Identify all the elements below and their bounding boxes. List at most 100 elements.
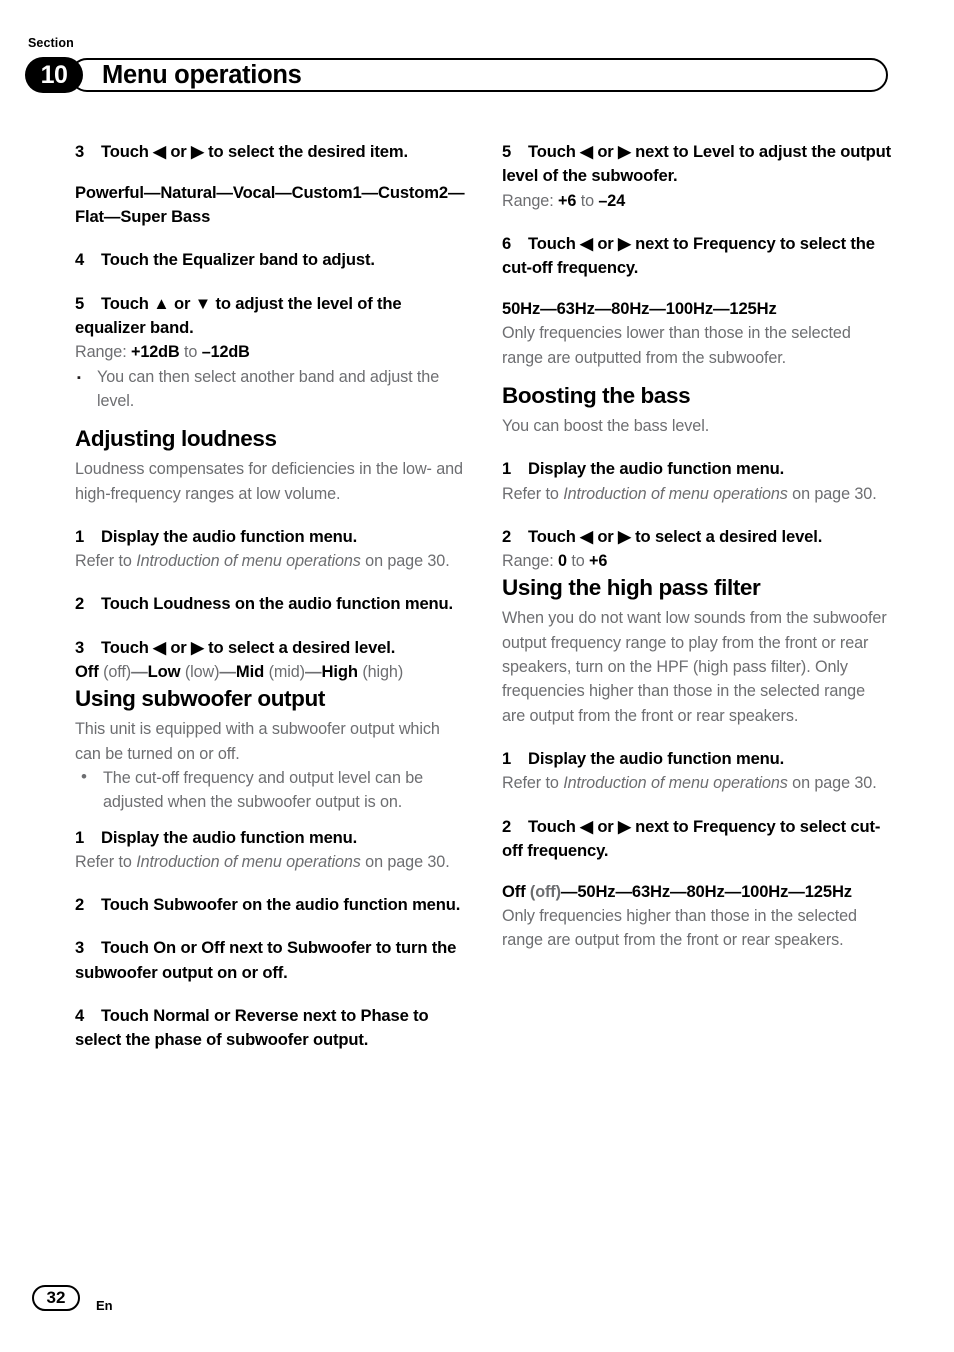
refer-prefix: Refer to (75, 852, 132, 871)
step-text: Touch Normal or Reverse next to Phase to… (75, 1006, 429, 1050)
option-off-bold: Off (502, 881, 526, 901)
step-item: 2 Touch Loudness on the audio function me… (75, 592, 465, 616)
step-text: Touch ◀ or ▶ to select a desired level. (528, 526, 823, 546)
option-label-bold: Low (147, 662, 181, 682)
step-item: 1 Display the audio function menu. (502, 457, 892, 481)
step-number: 2 (502, 526, 512, 546)
range-line: Range: 0 to +6 (502, 549, 892, 573)
step-item: 3 Touch On or Off next to Subwoofer to tu… (75, 936, 465, 985)
range-line: Range: +12dB to –12dB (75, 340, 465, 364)
option-chain-mixed: Off (off)—Low (low)—Mid (mid)—High (high… (75, 660, 465, 684)
note-text: Only frequencies lower than those in the… (502, 324, 851, 367)
refer-italic-title: Introduction of menu operations (563, 484, 788, 503)
step-number: 1 (502, 748, 512, 768)
option-separator: — (219, 662, 236, 682)
refer-italic-title: Introduction of menu operations (136, 852, 361, 871)
refer-line: Refer to Introduction of menu operations… (75, 850, 465, 874)
option-separator: — (131, 662, 148, 682)
step-number: 2 (75, 895, 85, 915)
square-bullet-icon: ▪ (77, 371, 81, 384)
note-item: • The cut-off frequency and output level … (75, 766, 465, 815)
refer-suffix: on page 30. (365, 552, 450, 571)
step-item: 6 Touch ◀ or ▶ next to Frequency to selec… (502, 232, 892, 281)
step-number: 5 (75, 293, 85, 313)
note-text: The cut-off frequency and output level c… (103, 768, 424, 812)
step-number: 3 (75, 142, 85, 161)
step-item: 5 Touch ◀ or ▶ next to Level to adjust th… (502, 140, 892, 189)
refer-line: Refer to Introduction of menu operations… (502, 482, 892, 506)
intro-text: When you do not want low sounds from the… (502, 609, 887, 725)
range-label: Range: (502, 552, 554, 571)
intro-text: This unit is equipped with a subwoofer o… (75, 720, 440, 763)
left-column: 3 Touch ◀ or ▶ to select the desired item… (75, 140, 465, 1072)
step-text: Touch Subwoofer on the audio function me… (101, 895, 461, 915)
step-number: 6 (502, 233, 512, 253)
section-heading-subwoofer: Using subwoofer output (75, 686, 325, 712)
step-item: 1 Display the audio function menu. (502, 747, 892, 771)
step-item: 3 Touch ◀ or ▶ to select a desired level. (75, 636, 465, 660)
option-off-plain: (off) (525, 882, 561, 901)
range-from: +6 (558, 191, 577, 210)
option-label-plain: (mid) (264, 663, 305, 682)
section-heading-bass: Boosting the bass (502, 382, 691, 408)
step-text: Touch ◀ or ▶ next to Frequency to select… (502, 816, 881, 860)
range-to: +6 (589, 552, 608, 571)
range-to: –24 (598, 191, 626, 210)
refer-suffix: on page 30. (365, 852, 450, 871)
intro-text: Loudness compensates for deficiencies in… (75, 460, 463, 503)
step-number: 4 (75, 250, 85, 270)
refer-prefix: Refer to (502, 484, 559, 503)
language-code: En (96, 1298, 113, 1313)
step-text: Touch ◀ or ▶ next to Frequency to select… (502, 233, 875, 278)
step-item: 4 Touch Normal or Reverse next to Phase t… (75, 1004, 465, 1053)
refer-suffix: on page 30. (792, 774, 877, 793)
option-label-bold: High (321, 662, 358, 682)
step-text: Touch ▲ or ▼ to adjust the level of the … (75, 293, 402, 338)
option-rest: —50Hz—63Hz—80Hz—100Hz—125Hz (560, 881, 852, 901)
refer-line: Refer to Introduction of menu operations… (502, 771, 892, 795)
step-text: Touch ◀ or ▶ to select a desired level. (101, 637, 396, 657)
option-chain: 50Hz—63Hz—80Hz—100Hz—125Hz (502, 299, 777, 319)
step-item: 2 Touch ◀ or ▶ next to Frequency to selec… (502, 815, 892, 864)
step-item: 2 Touch Subwoofer on the audio function m… (75, 893, 465, 917)
round-bullet-icon: • (81, 766, 87, 786)
step-text: Touch Loudness on the audio function men… (101, 594, 453, 614)
option-separator: — (304, 662, 322, 682)
step-item: 1 Display the audio function menu. (75, 826, 465, 850)
range-from: +12dB (131, 343, 180, 362)
step-text: Touch the Equalizer band to adjust. (101, 250, 375, 270)
section-label: Section (28, 36, 74, 50)
range-from: 0 (558, 552, 567, 571)
step-number: 1 (75, 827, 85, 847)
step-item: 5 Touch ▲ or ▼ to adjust the level of the… (75, 292, 465, 341)
range-separator: to (183, 343, 198, 362)
option-chain-mixed: Off (off)—50Hz—63Hz—80Hz—100Hz—125Hz (502, 880, 892, 904)
step-number: 4 (75, 1006, 85, 1026)
step-number: 3 (75, 637, 85, 657)
step-item: 3 Touch ◀ or ▶ to select the desired item… (75, 140, 465, 164)
step-text: Touch On or Off next to Subwoofer to tur… (75, 938, 457, 982)
range-label: Range: (75, 343, 127, 362)
option-label-plain: (high) (357, 663, 404, 682)
right-column: 5 Touch ◀ or ▶ next to Level to adjust th… (502, 140, 892, 964)
refer-prefix: Refer to (502, 774, 559, 793)
step-text: Touch ◀ or ▶ to select the desired item. (101, 142, 408, 161)
step-text: Touch ◀ or ▶ next to Level to adjust the… (502, 142, 891, 186)
option-label-plain: (off) (98, 663, 132, 682)
range-to: –12dB (201, 343, 250, 362)
step-number: 1 (75, 526, 85, 546)
option-label-bold: Off (75, 662, 99, 682)
step-number: 2 (75, 594, 85, 614)
step-text: Display the audio function menu. (101, 526, 358, 546)
range-separator: to (571, 552, 585, 571)
section-heading-hpf: Using the high pass filter (502, 575, 761, 601)
section-heading-loudness: Adjusting loudness (75, 426, 277, 452)
section-number-badge: 10 (25, 57, 83, 93)
option-label-plain: (low) (180, 663, 220, 682)
page-title: Menu operations (102, 60, 302, 89)
step-number: 2 (502, 816, 512, 836)
refer-suffix: on page 30. (792, 484, 877, 503)
note-text: You can then select another band and adj… (97, 367, 440, 410)
range-line: Range: +6 to –24 (502, 189, 892, 213)
step-number: 5 (502, 142, 512, 161)
